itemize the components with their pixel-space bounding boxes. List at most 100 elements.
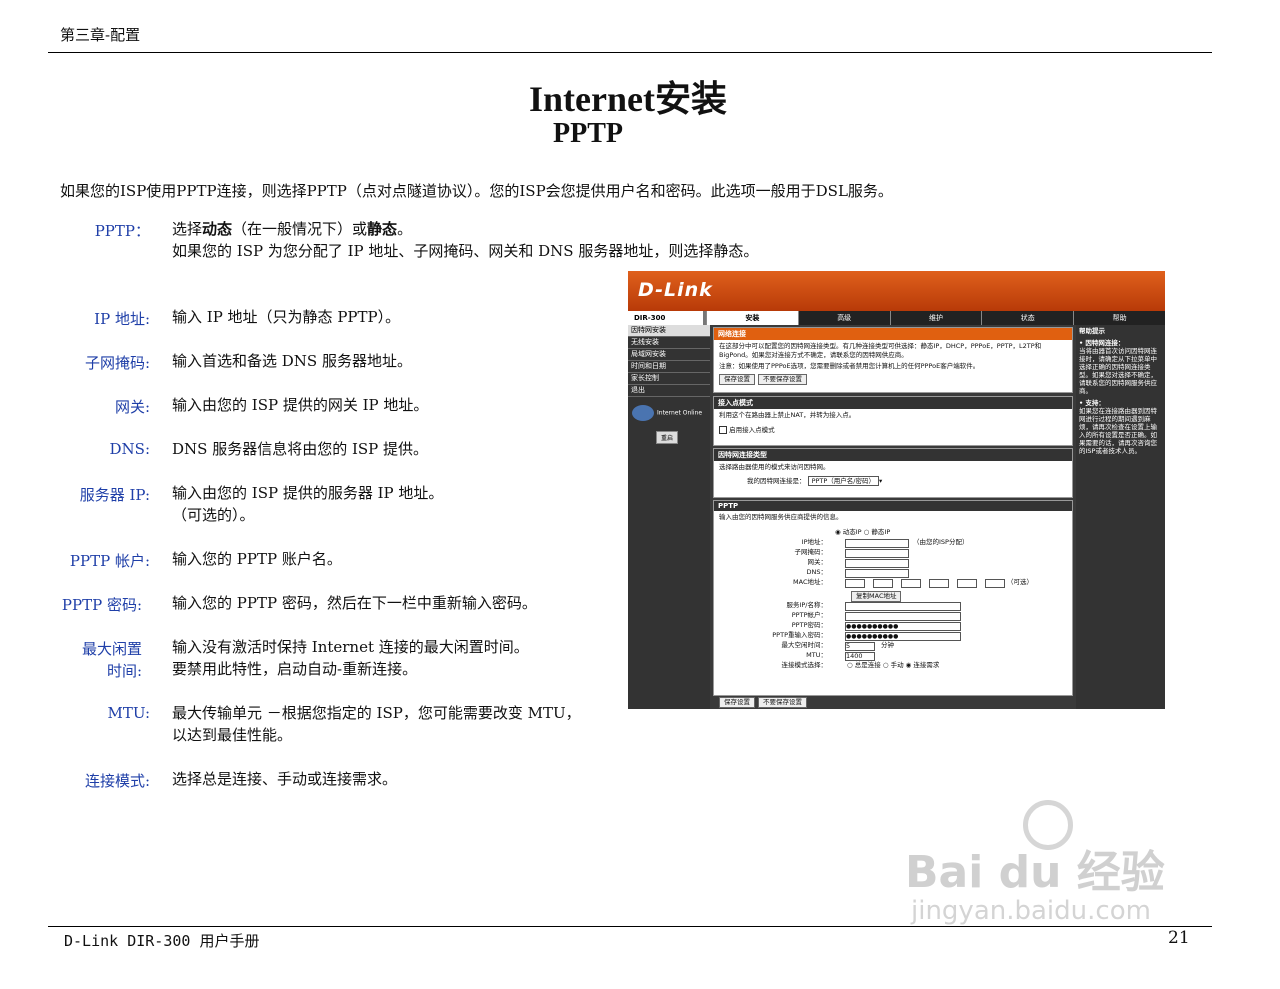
- save-button-bottom[interactable]: 保存设置: [719, 697, 755, 708]
- nosave-button[interactable]: 不要保存设置: [758, 374, 807, 385]
- network-text: 在这部分中可以配置您的因特网连接类型。有几种连接类型可供选择：静态IP，DHCP…: [719, 342, 1042, 359]
- field-subnet-label: 子网掩码：: [794, 548, 828, 556]
- nav-lan-setup[interactable]: 局域网安装: [628, 349, 710, 361]
- tab-maintenance[interactable]: 维护: [889, 311, 982, 325]
- tab-setup[interactable]: 安装: [706, 311, 798, 325]
- label-pptp-password: PPTP 密码:: [61, 596, 142, 614]
- mac-input-1[interactable]: [845, 579, 865, 588]
- save-button[interactable]: 保存设置: [719, 374, 755, 385]
- field-server-label: 服务IP/名称：: [786, 601, 827, 609]
- field-password-label: PPTP密码：: [791, 621, 827, 629]
- field-idle-label: 最大空闲时间：: [781, 641, 828, 649]
- idle-input[interactable]: 5: [845, 642, 875, 651]
- help-text-2: 如果您在连接路由器到因特网进行过程的期间遇到麻烦，请再次检查在设置上输入的所有设…: [1079, 407, 1157, 455]
- mac-input-2[interactable]: [873, 579, 893, 588]
- radio-static[interactable]: ○: [864, 528, 870, 536]
- mac-input-3[interactable]: [901, 579, 921, 588]
- nav-time-date[interactable]: 时间和日期: [628, 361, 710, 373]
- type-box: 因特网连接类型 选择路由器使用的模式来访问因特网。 我的因特网连接是： PPTP…: [713, 448, 1073, 498]
- footer-manual: D-Link DIR-300 用户手册: [64, 932, 260, 950]
- ip-note: （由您的ISP分配）: [913, 538, 969, 546]
- tab-advanced[interactable]: 高级: [797, 311, 890, 325]
- bottom-rule: [48, 926, 1212, 927]
- mtu-input[interactable]: 1400: [845, 652, 875, 661]
- page-subtitle: PPTP: [553, 118, 623, 149]
- field-ip-label: IP地址：: [801, 538, 827, 546]
- help-title-1: • 因特网连接：: [1079, 339, 1125, 347]
- label-pptp-account: PPTP 帐户:: [69, 552, 150, 570]
- desc-ip: 输入 IP 地址（只为静态 PPTP）。: [172, 308, 401, 326]
- chapter-header: 第三章-配置: [60, 26, 141, 44]
- router-tabs: DIR-300 安装 高级 维护 状态 帮助: [628, 311, 1165, 325]
- server-input[interactable]: [845, 602, 961, 611]
- account-input[interactable]: [845, 612, 961, 621]
- ap-box: 接入点模式 利用这个在路由器上禁止NAT，并转为接入点。 启用接入点模式: [713, 396, 1073, 446]
- type-select[interactable]: PPTP（用户名/密码）: [807, 476, 879, 486]
- page-title: Internet安装: [529, 79, 727, 119]
- pptp-head: PPTP: [714, 501, 1072, 511]
- watermark-brand: Bai du 经验: [905, 847, 1165, 898]
- ip-input[interactable]: [845, 539, 909, 548]
- desc-mtu: 最大传输单元 －根据您指定的 ISP，您可能需要改变 MTU， 以达到最佳性能。: [172, 704, 581, 744]
- top-rule: [48, 52, 1212, 53]
- desc-dns: DNS 服务器信息将由您的 ISP 提供。: [172, 440, 429, 458]
- password-input[interactable]: ●●●●●●●●●●: [845, 622, 961, 631]
- nav-internet-setup[interactable]: 因特网安装: [628, 325, 710, 337]
- ap-text: 利用这个在路由器上禁止NAT，并转为接入点。: [719, 411, 856, 419]
- router-banner: D-Link: [628, 271, 1165, 311]
- radio-dynamic[interactable]: ◉: [835, 528, 841, 536]
- mac-input-5[interactable]: [957, 579, 977, 588]
- router-main: 网络连接 在这部分中可以配置您的因特网连接类型。有几种连接类型可供选择：静态IP…: [713, 325, 1073, 709]
- subnet-input[interactable]: [845, 549, 909, 558]
- desc-connect-mode: 选择总是连接、手动或连接需求。: [172, 770, 398, 788]
- watermark-url: jingyan.baidu.com: [911, 896, 1151, 926]
- network-box: 网络连接 在这部分中可以配置您的因特网连接类型。有几种连接类型可供选择：静态IP…: [713, 327, 1073, 393]
- label-ip: IP 地址:: [94, 310, 150, 328]
- chevron-down-icon: ▾: [879, 477, 883, 485]
- desc-server-ip: 输入由您的 ISP 提供的服务器 IP 地址。 （可选的）。: [172, 484, 444, 524]
- mac-input-6[interactable]: [985, 579, 1005, 588]
- type-label: 我的因特网连接是：: [747, 477, 806, 485]
- radio-static-label: 静态IP: [871, 528, 891, 536]
- field-mac-label: MAC地址：: [793, 578, 827, 586]
- dns-input[interactable]: [845, 569, 909, 578]
- pptp-text: 输入由您的因特网服务供应商提供的信息。: [719, 513, 843, 521]
- desc-gateway: 输入由您的 ISP 提供的网关 IP 地址。: [172, 396, 429, 414]
- nav-parental-control[interactable]: 家长控制: [628, 373, 710, 385]
- mac-optional: （可选）: [1007, 578, 1033, 586]
- desc-pptp: 选择动态（在一般情况下）或静态。 如果您的 ISP 为您分配了 IP 地址、子网…: [172, 220, 759, 260]
- tab-help[interactable]: 帮助: [1073, 311, 1165, 325]
- nav-logout[interactable]: 退出: [628, 385, 710, 397]
- retype-password-input[interactable]: ●●●●●●●●●●: [845, 632, 961, 641]
- nosave-button-bottom[interactable]: 不要保存设置: [758, 697, 807, 708]
- desc-subnet: 输入首选和备选 DNS 服务器地址。: [172, 352, 412, 370]
- field-dns-label: DNS：: [806, 568, 828, 576]
- dlink-logo: D-Link: [638, 279, 713, 301]
- idle-unit: 分钟: [881, 641, 894, 649]
- internet-online: Internet Online: [632, 405, 702, 421]
- desc-pptp-password: 输入您的 PPTP 密码，然后在下一栏中重新输入密码。: [172, 594, 537, 612]
- field-retype-label: PPTP重输入密码：: [772, 631, 827, 639]
- nav-wireless-setup[interactable]: 无线安装: [628, 337, 710, 349]
- help-panel: 帮助提示 • 因特网连接： 当将由器首次访问因特网连接时，请确定从下拉菜单中选择…: [1076, 325, 1165, 709]
- reboot-button[interactable]: 重启: [656, 431, 679, 444]
- footer-page: 21: [1168, 928, 1190, 948]
- globe-icon: [632, 405, 654, 421]
- gateway-input[interactable]: [845, 559, 909, 568]
- desc-idle-time: 输入没有激活时保持 Internet 连接的最大闲置时间。 要禁用此特性，启动自动…: [172, 638, 529, 678]
- pptp-box: PPTP 输入由您的因特网服务供应商提供的信息。 ◉ 动态IP ○ 静态IP I…: [713, 500, 1073, 696]
- type-text: 选择路由器使用的模式来访问因特网。: [719, 463, 830, 471]
- model-label: DIR-300: [628, 311, 706, 325]
- label-idle-time: 最大闲置 时间:: [81, 640, 142, 680]
- type-head: 因特网连接类型: [714, 449, 1072, 461]
- label-server-ip: 服务器 IP:: [79, 486, 150, 504]
- mode-options[interactable]: ○ 总是连接 ○ 手动 ◉ 连接需求: [847, 661, 939, 670]
- tab-status[interactable]: 状态: [981, 311, 1073, 325]
- label-dns: DNS:: [109, 440, 150, 458]
- mac-input-4[interactable]: [929, 579, 949, 588]
- ap-head: 接入点模式: [714, 397, 1072, 409]
- ap-checkbox[interactable]: [719, 426, 727, 434]
- label-pptp: PPTP：: [94, 222, 150, 240]
- label-gateway: 网关:: [114, 398, 150, 416]
- router-screenshot: D-Link DIR-300 安装 高级 维护 状态 帮助 因特网安装 无线安装…: [628, 271, 1165, 709]
